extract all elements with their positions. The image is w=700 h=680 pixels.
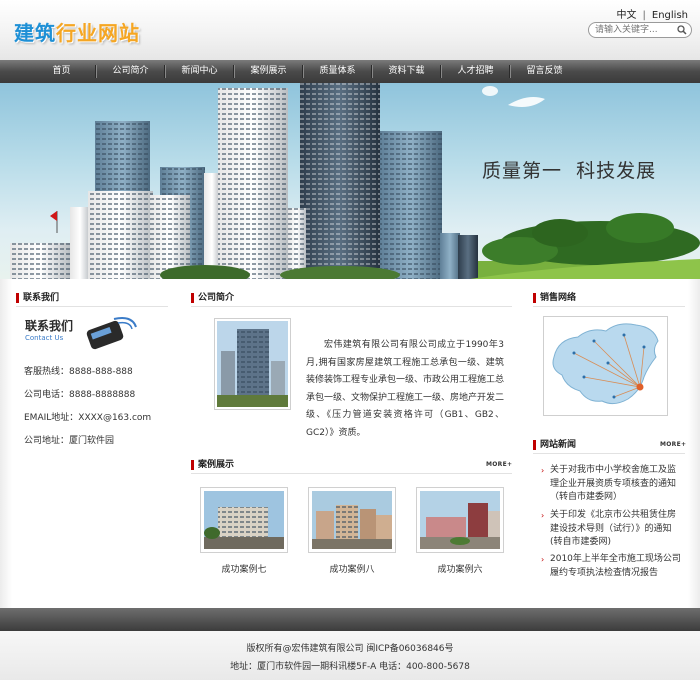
nav-item-quality[interactable]: 质量体系 (303, 60, 372, 83)
news-section-divider (533, 453, 685, 454)
nav-item-cases[interactable]: 案例展示 (234, 60, 303, 83)
china-map-icon (552, 323, 659, 405)
news-item-2[interactable]: › 关于印发《北京市公共租赁住房建设技术导则（试行）》的通知(转自市建委网) (541, 509, 681, 550)
site-footer: 版权所有@宏伟建筑有限公司 闽ICP备06036846号 地址：厦门市软件园一期… (0, 631, 700, 680)
news-more-link[interactable]: MORE+ (660, 441, 686, 448)
sales-network-map[interactable] (543, 316, 668, 416)
site-logo[interactable]: 建筑行业网站 (14, 17, 140, 46)
phone-icon (86, 317, 137, 350)
case-label-3[interactable]: 成功案例六 (416, 562, 504, 575)
nav-item-home[interactable]: 首页 (27, 60, 96, 83)
cases-section-title: 案例展示 (191, 457, 341, 473)
about-company-text: 宏伟建筑有限公司有限公司成立于1990年3月,拥有国家房屋建筑工程施工总承包一级… (306, 340, 505, 438)
news-item-3[interactable]: › 2010年上半年全市施工现场公司履约专项执法检查情况报告 (541, 553, 681, 580)
office-tower-image (217, 321, 288, 407)
sales-network-title: 销售网络 (533, 290, 683, 306)
footer-bar (0, 608, 700, 631)
logo-text-accent: 行业网站 (56, 21, 140, 45)
nav-item-downloads[interactable]: 资料下载 (372, 60, 441, 83)
bullet-arrow-icon: › (541, 555, 545, 564)
nav-item-jobs[interactable]: 人才招聘 (441, 60, 510, 83)
left-edge-shadow (0, 279, 12, 608)
contact-address: 公司地址：厦门软件园 (24, 436, 115, 446)
contact-section-divider (16, 306, 168, 307)
news-item-text: 2010年上半年全市施工现场公司履约专项执法检查情况报告 (550, 554, 681, 578)
contact-email: EMAIL地址：XXXX@163.com (24, 413, 152, 423)
case-image-1 (204, 491, 284, 549)
bullet-arrow-icon: › (541, 466, 545, 475)
banner-slogan: 质量第一 科技发展 (482, 160, 657, 182)
lang-separator: | (642, 10, 646, 21)
nav-item-about[interactable]: 公司简介 (96, 60, 165, 83)
site-header: 建筑行业网站 中文 | English (0, 0, 700, 60)
language-switcher: 中文 | English (617, 6, 688, 21)
cases-section-divider (191, 473, 512, 474)
case-label-1[interactable]: 成功案例七 (200, 562, 288, 575)
about-section-divider (191, 306, 512, 307)
sales-section-divider (533, 306, 685, 307)
case-thumbnail-3[interactable] (416, 487, 504, 553)
cases-more-link[interactable]: MORE+ (486, 461, 512, 468)
logo-text-main: 建筑 (14, 21, 56, 45)
nav-item-feedback[interactable]: 留言反馈 (510, 60, 579, 83)
main-nav: 首页 公司简介 新闻中心 案例展示 质量体系 资料下载 人才招聘 留言反馈 (0, 60, 700, 83)
contact-banner-cn: 联系我们 (25, 319, 74, 333)
footer-copyright: 版权所有@宏伟建筑有限公司 闽ICP备06036846号 (246, 644, 454, 654)
about-section-title: 公司简介 (191, 290, 341, 306)
contact-us-banner: 联系我们 Contact Us (22, 313, 140, 353)
news-item-1[interactable]: › 关于对我市中小学校舍施工及监理企业开展资质专项核查的通知（转自市建委网） (541, 464, 681, 505)
contact-section-title: 联系我们 (16, 290, 166, 306)
contact-banner-en: Contact Us (25, 334, 64, 342)
case-thumbnail-1[interactable] (200, 487, 288, 553)
lang-chinese-link[interactable]: 中文 (617, 10, 637, 21)
news-item-text: 关于印发《北京市公共租赁住房建设技术导则（试行）》的通知(转自市建委网) (550, 510, 677, 547)
contact-hotline: 客服热线：8888-888-888 (24, 367, 133, 377)
hero-banner: 质量第一 科技发展 (0, 83, 700, 279)
company-building-photo (214, 318, 291, 410)
case-image-3 (420, 491, 500, 549)
case-label-2[interactable]: 成功案例八 (308, 562, 396, 575)
footer-address: 地址：厦门市软件园一期科讯楼5F-A 电话：400-800-5678 (230, 662, 470, 672)
case-thumbnail-2[interactable] (308, 487, 396, 553)
case-image-2 (312, 491, 392, 549)
lang-english-link[interactable]: English (652, 10, 688, 21)
nav-item-news[interactable]: 新闻中心 (165, 60, 234, 83)
search-icon[interactable] (677, 25, 687, 35)
right-edge-shadow (688, 279, 700, 608)
contact-phone: 公司电话：8888-8888888 (24, 390, 136, 400)
bullet-arrow-icon: › (541, 511, 545, 520)
news-item-text: 关于对我市中小学校舍施工及监理企业开展资质专项核查的通知（转自市建委网） (550, 465, 677, 502)
